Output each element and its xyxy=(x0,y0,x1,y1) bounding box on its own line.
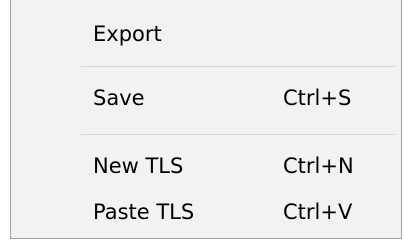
menu-item-paste-tls[interactable]: Paste TLS Ctrl+V xyxy=(11,186,401,238)
menu-item-save[interactable]: Save Ctrl+S xyxy=(11,72,401,124)
menu-separator xyxy=(81,66,395,67)
menu-item-export[interactable]: Export xyxy=(11,8,401,60)
context-menu: Export Save Ctrl+S New TLS Ctrl+N Paste … xyxy=(10,0,402,239)
menu-item-paste-tls-shortcut: Ctrl+V xyxy=(283,200,353,224)
menu-item-new-tls-label: New TLS xyxy=(93,154,184,178)
menu-item-save-shortcut: Ctrl+S xyxy=(283,86,352,110)
menu-item-export-label: Export xyxy=(93,22,162,46)
menu-item-new-tls-shortcut: Ctrl+N xyxy=(283,154,354,178)
menu-item-paste-tls-label: Paste TLS xyxy=(93,200,195,224)
menu-item-save-label: Save xyxy=(93,86,145,110)
menu-separator xyxy=(81,134,395,135)
menu-item-new-tls[interactable]: New TLS Ctrl+N xyxy=(11,140,401,192)
